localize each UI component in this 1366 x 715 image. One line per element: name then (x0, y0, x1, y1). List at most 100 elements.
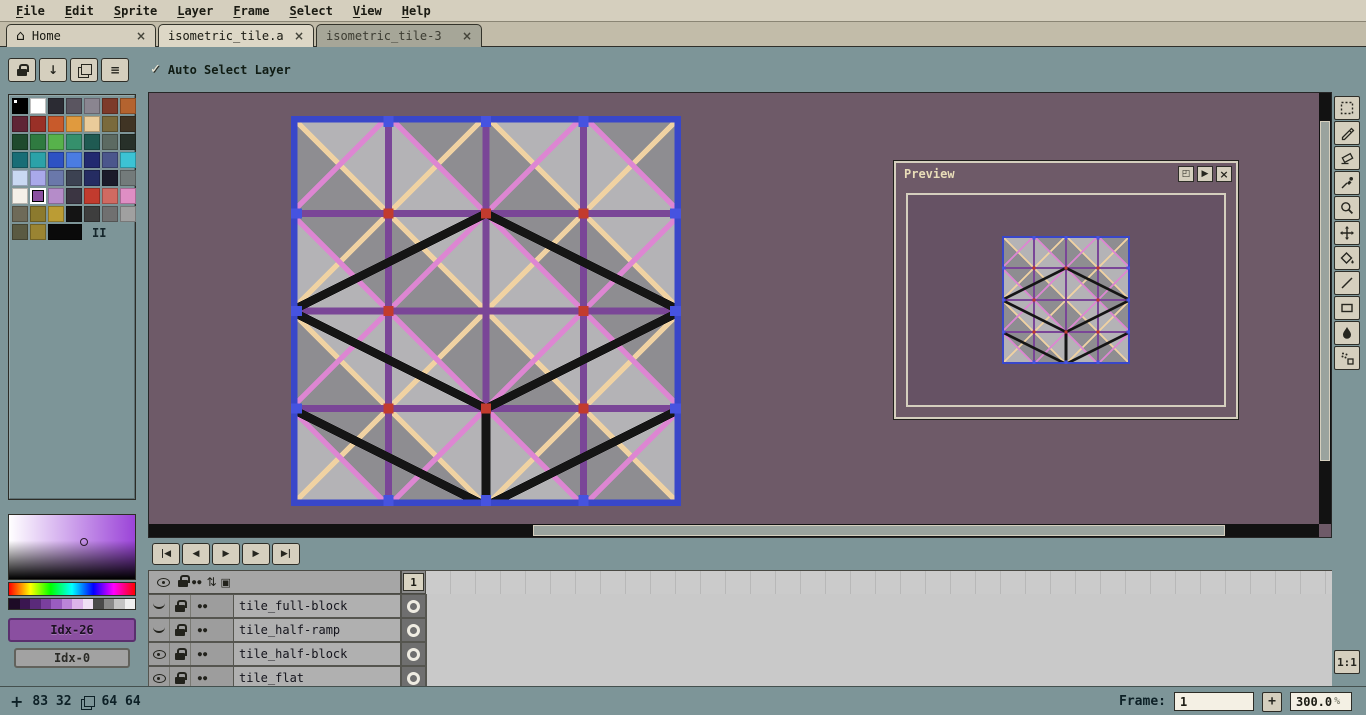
palette-swatch-37[interactable] (48, 188, 64, 204)
palette-swatch-41[interactable] (120, 188, 136, 204)
palette-swatch-5[interactable] (102, 98, 118, 114)
layer-cel[interactable] (401, 618, 426, 642)
frame-column-header[interactable]: 1 (401, 570, 426, 594)
palette-swatch-26[interactable] (102, 152, 118, 168)
tool-pencil[interactable] (1334, 121, 1360, 145)
palette-swatch-13[interactable] (120, 116, 136, 132)
palette-swatch-4[interactable] (84, 98, 100, 114)
palette-swatch-18[interactable] (84, 134, 100, 150)
palette-swatch-31[interactable] (66, 170, 82, 186)
palette-swatch-21[interactable] (12, 152, 28, 168)
layer-visibility-toggle[interactable] (149, 619, 170, 641)
layer-name[interactable]: tile_flat (234, 666, 401, 686)
layer-cel[interactable] (401, 666, 426, 686)
tab-doc2-close-icon[interactable]: × (462, 29, 472, 43)
header-onion-skin-icon[interactable]: ⇅ (206, 575, 216, 589)
canvas-area[interactable]: Preview ◰ ▶ × (148, 92, 1332, 538)
canvas-v-scrollbar[interactable] (1319, 93, 1331, 524)
shade-segment-10[interactable] (114, 599, 125, 609)
tool-rectangular-marquee[interactable] (1334, 96, 1360, 120)
palette-swatch-23[interactable] (48, 152, 64, 168)
palette-swatch-20[interactable] (120, 134, 136, 150)
layer-visibility-toggle[interactable] (149, 667, 170, 686)
header-link-icon[interactable]: ●● (192, 578, 202, 586)
tool-spray[interactable] (1334, 346, 1360, 370)
preview-titlebar[interactable]: Preview ◰ ▶ × (896, 163, 1236, 185)
palette-swatch-39[interactable] (84, 188, 100, 204)
palette-swatch-34[interactable] (120, 170, 136, 186)
tab-isometric-tile[interactable]: isometric_tile.a × (158, 24, 314, 47)
palette-swatch-51[interactable] (48, 224, 82, 240)
shade-segment-8[interactable] (93, 599, 104, 609)
header-eye-icon[interactable] (153, 571, 174, 593)
palette-swatch-36[interactable] (30, 188, 46, 204)
palette-swatch-38[interactable] (66, 188, 82, 204)
palette-swatch-16[interactable] (48, 134, 64, 150)
zoom-input[interactable]: 300.0 % (1290, 692, 1352, 711)
layer-name[interactable]: tile_half-block (234, 642, 401, 666)
palette-swatch-25[interactable] (84, 152, 100, 168)
tab-home-close-icon[interactable]: × (136, 29, 146, 43)
preview-close-button[interactable]: × (1216, 166, 1232, 182)
palette-swatch-32[interactable] (84, 170, 100, 186)
tool-zoom[interactable] (1334, 196, 1360, 220)
shade-segment-1[interactable] (19, 599, 30, 609)
color-gradient-picker[interactable] (8, 514, 136, 580)
layer-link-toggle[interactable]: ●● (191, 643, 215, 665)
layer-lock-toggle[interactable] (170, 643, 191, 665)
palette-swatch-15[interactable] (30, 134, 46, 150)
tool-ink[interactable] (1334, 321, 1360, 345)
palette-swatch-28[interactable] (12, 170, 28, 186)
layer-name[interactable]: tile_half-ramp (234, 618, 401, 642)
foreground-color-button[interactable]: Idx-26 (8, 618, 136, 642)
palette-swatch-10[interactable] (66, 116, 82, 132)
arrow-down-button[interactable]: ↓ (39, 58, 67, 82)
shade-segment-5[interactable] (61, 599, 72, 609)
timeline-track-area[interactable] (426, 594, 1332, 686)
palette-swatch-33[interactable] (102, 170, 118, 186)
shade-segment-6[interactable] (72, 599, 83, 609)
shade-segment-0[interactable] (9, 599, 20, 609)
layer-link-toggle[interactable]: ●● (191, 667, 215, 686)
h-scroll-thumb[interactable] (533, 525, 1225, 536)
palette-swatch-47[interactable] (102, 206, 118, 222)
background-color-button[interactable]: Idx-0 (14, 648, 130, 668)
palette-swatch-17[interactable] (66, 134, 82, 150)
palette-swatch-9[interactable] (48, 116, 64, 132)
menu-sprite[interactable]: Sprite (104, 4, 167, 18)
v-scroll-thumb[interactable] (1320, 121, 1330, 461)
palette-swatch-30[interactable] (48, 170, 64, 186)
palette-swatch-45[interactable] (66, 206, 82, 222)
layer-lock-toggle[interactable] (170, 667, 191, 686)
palette-swatch-42[interactable] (12, 206, 28, 222)
palette-swatch-24[interactable] (66, 152, 82, 168)
shade-bar[interactable] (8, 598, 136, 610)
last-frame-button[interactable]: ▶| (272, 543, 300, 565)
layer-lock-toggle[interactable] (170, 619, 191, 641)
palette-swatch-7[interactable] (12, 116, 28, 132)
options-menu-button[interactable]: ≡ (101, 58, 129, 82)
tool-eraser[interactable] (1334, 146, 1360, 170)
palette-swatch-40[interactable] (102, 188, 118, 204)
frames-button[interactable] (70, 58, 98, 82)
shade-segment-7[interactable] (82, 599, 93, 609)
preview-popout-button[interactable]: ◰ (1178, 166, 1194, 182)
palette-swatch-19[interactable] (102, 134, 118, 150)
palette-swatch-49[interactable] (12, 224, 28, 240)
preview-play-button[interactable]: ▶ (1197, 166, 1213, 182)
padlock-button[interactable] (8, 58, 36, 82)
menu-select[interactable]: Select (279, 4, 342, 18)
menu-file[interactable]: File (6, 4, 55, 18)
tool-eyedropper[interactable] (1334, 171, 1360, 195)
menu-help[interactable]: Help (392, 4, 441, 18)
layer-name[interactable]: tile_full-block (234, 594, 401, 618)
canvas-h-scrollbar[interactable] (149, 524, 1319, 537)
palette-swatch-1[interactable] (30, 98, 46, 114)
palette-swatch-12[interactable] (102, 116, 118, 132)
palette-swatch-0[interactable] (12, 98, 28, 114)
tool-line[interactable] (1334, 271, 1360, 295)
shade-segment-9[interactable] (103, 599, 114, 609)
timeline-header[interactable]: ●● ⇅ ▣ (148, 570, 401, 594)
tool-move[interactable] (1334, 221, 1360, 245)
header-cel-options-icon[interactable]: ▣ (221, 576, 231, 589)
